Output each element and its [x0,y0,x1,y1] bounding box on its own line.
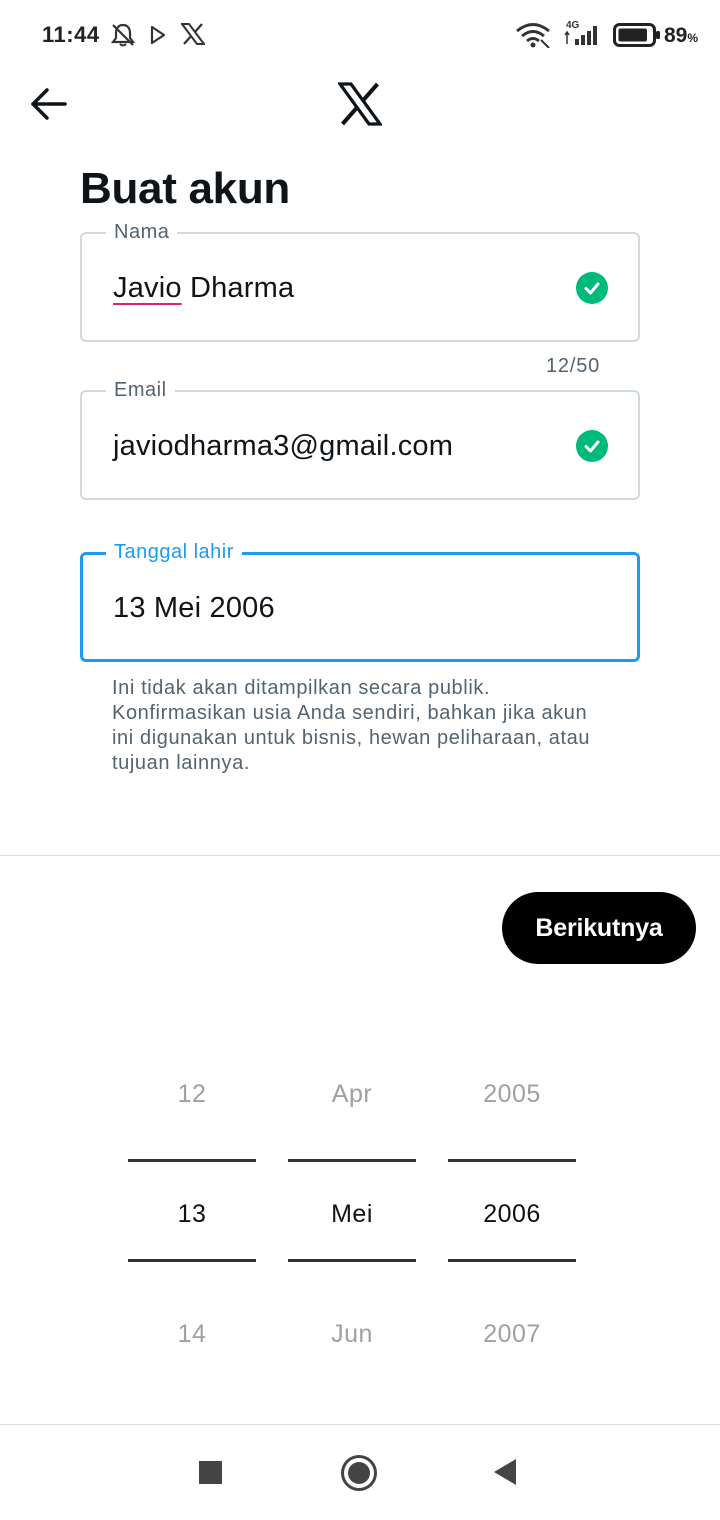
picker-divider [288,1259,416,1262]
name-field-label: Nama [106,220,178,244]
home-button[interactable] [341,1455,377,1491]
picker-divider [448,1159,576,1162]
check-circle-icon [576,430,608,462]
picker-divider [448,1259,576,1262]
day-option-next[interactable]: 14 [128,1320,256,1349]
picker-divider [128,1259,256,1262]
play-store-icon [150,26,166,44]
wifi-icon [516,23,550,48]
battery-icon [613,23,660,47]
name-field[interactable]: Nama Javio Dharma [80,220,640,342]
birthdate-helper-text: Ini tidak akan ditampilkan secara publik… [112,677,591,774]
year-picker[interactable]: 2005 2006 2007 [448,1060,576,1370]
x-logo-icon [338,82,382,126]
month-option-prev[interactable]: Apr [288,1080,416,1109]
month-picker[interactable]: Apr Mei Jun [288,1060,416,1370]
year-option-next[interactable]: 2007 [448,1320,576,1349]
check-circle-icon [576,272,608,304]
birthdate-field-label: Tanggal lahir [106,540,242,564]
status-bar: 11:44 4G 89% [0,0,720,70]
arrow-left-icon [31,88,67,120]
misspelled-word[interactable]: Javio [113,272,182,304]
year-option-selected[interactable]: 2006 [448,1200,576,1229]
birthdate-field[interactable]: Tanggal lahir 13 Mei 2006 [80,540,640,662]
nav-divider [0,1424,720,1425]
cellular-signal-icon [564,26,597,45]
email-field-value[interactable]: javiodharma3@gmail.com [113,430,453,463]
email-field-label: Email [106,378,175,402]
picker-divider [128,1159,256,1162]
system-back-button[interactable] [494,1459,516,1485]
x-notification-icon [181,23,205,45]
next-button[interactable]: Berikutnya [502,892,696,964]
name-field-value[interactable]: Javio Dharma [113,272,294,305]
status-time: 11:44 [42,22,100,47]
day-picker[interactable]: 12 13 14 [128,1060,256,1370]
birthdate-field-value[interactable]: 13 Mei 2006 [113,592,275,625]
month-option-next[interactable]: Jun [288,1320,416,1349]
day-option-prev[interactable]: 12 [128,1080,256,1109]
recents-button[interactable] [199,1461,222,1484]
month-option-selected[interactable]: Mei [288,1200,416,1229]
year-option-prev[interactable]: 2005 [448,1080,576,1109]
battery-percentage: 89% [664,24,699,47]
picker-divider [288,1159,416,1162]
divider [0,855,720,856]
email-field[interactable]: Email javiodharma3@gmail.com [80,378,640,500]
name-char-count: 12/50 [546,355,601,377]
day-option-selected[interactable]: 13 [128,1200,256,1229]
bell-off-icon [110,23,136,47]
page-title: Buat akun [80,164,290,213]
back-button[interactable] [28,84,72,124]
